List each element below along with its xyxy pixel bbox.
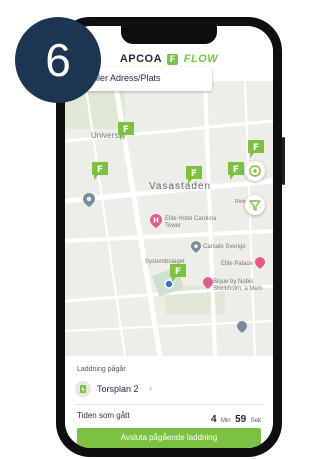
charging-zone-pin[interactable]: F [185, 165, 203, 185]
svg-text:H: H [153, 217, 159, 225]
charging-station-icon [75, 381, 91, 397]
hotel-pin-icon[interactable]: H [150, 214, 162, 228]
poi-pin-icon[interactable] [83, 193, 95, 207]
locate-button[interactable] [245, 161, 265, 181]
map-label-carsale: Carsale Sverige [203, 244, 246, 250]
elapsed-time-label: Tiden som gått [77, 411, 130, 420]
side-button [282, 137, 285, 185]
filter-button[interactable] [245, 195, 265, 215]
station-name: Torsplan 2 [97, 384, 139, 394]
brand-right: FLOW [183, 53, 219, 65]
seconds-unit: Sek [250, 418, 261, 424]
charging-panel: Laddning pågår Torsplan 2 › Tiden som gå… [65, 356, 273, 448]
filter-icon [249, 200, 261, 211]
locate-icon [249, 165, 261, 177]
charging-zone-pin[interactable]: F [227, 161, 245, 181]
hotel-pin-icon[interactable] [255, 257, 265, 269]
charging-status-label: Laddning pågår [77, 366, 126, 373]
svg-text:F: F [175, 267, 181, 277]
map-label-elite-palace: Elite Palace [221, 261, 253, 267]
active-charging-pin[interactable]: F [169, 263, 187, 283]
chevron-right-icon: › [149, 383, 152, 393]
poi-pin-icon[interactable] [237, 321, 247, 333]
map-label-bique: Bique by Nobis Stockholm, a Mem [213, 279, 263, 292]
svg-text:F: F [253, 143, 259, 153]
map-label-hotel: Elite Hotel Carolina Tower [165, 216, 217, 229]
elapsed-minutes: 4 [210, 414, 217, 425]
charging-zone-pin[interactable]: F [117, 121, 135, 141]
divider [75, 404, 263, 405]
notch [121, 26, 217, 44]
svg-text:F: F [191, 169, 197, 179]
step-number-badge: 6 [15, 17, 101, 103]
hotel-pin-icon[interactable] [203, 277, 213, 289]
minutes-unit: Min [220, 418, 231, 424]
elapsed-time-value: 4 Min 59 Sek [211, 409, 261, 427]
charging-zone-pin[interactable]: F [91, 161, 109, 181]
map-view[interactable]: University Vasastaden Elite Hotel Caroli… [65, 81, 273, 356]
elapsed-seconds: 59 [235, 414, 247, 425]
svg-text:F: F [233, 165, 239, 175]
brand-mark-icon: F [167, 53, 179, 65]
brand-left: APCOA [119, 53, 162, 65]
svg-text:F: F [123, 125, 129, 135]
end-charging-button[interactable]: Avsluta pågående laddning [77, 428, 261, 448]
svg-text:F: F [97, 165, 103, 175]
charging-zone-pin[interactable]: F [247, 139, 265, 159]
poi-pin-icon[interactable] [191, 241, 201, 253]
